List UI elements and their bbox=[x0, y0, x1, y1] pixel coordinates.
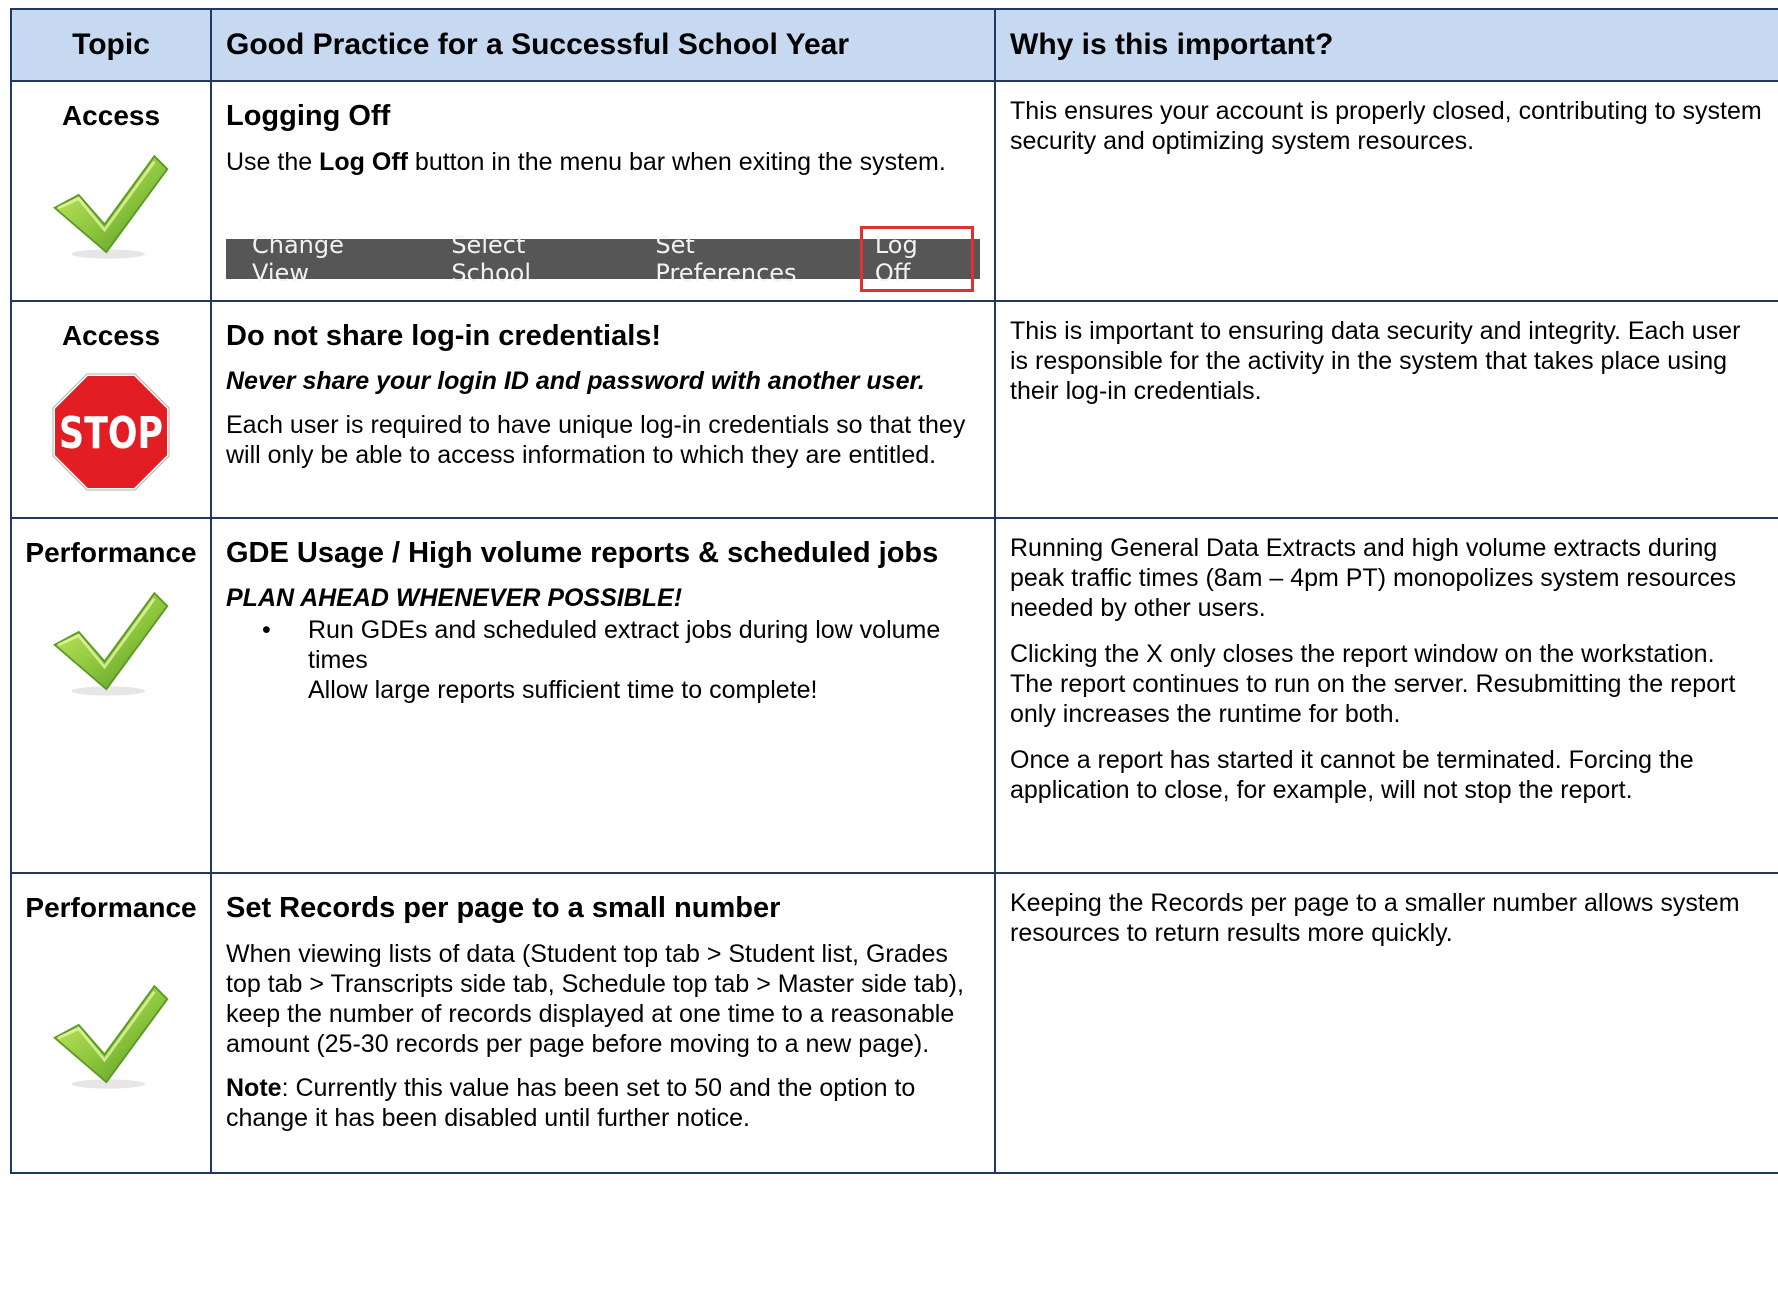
topic-label: Access bbox=[61, 320, 161, 351]
checkmark-icon bbox=[51, 150, 171, 262]
text-bold: Log Off bbox=[319, 148, 408, 176]
practice-cell: Logging Off Use the Log Off button in th… bbox=[210, 80, 996, 302]
table-row: Access Logging Off Use the Log Off butto… bbox=[10, 80, 1778, 302]
practice-text: When viewing lists of data (Student top … bbox=[226, 940, 964, 1058]
practice-cell: GDE Usage / High volume reports & schedu… bbox=[210, 517, 996, 874]
practice-cell: Do not share log-in credentials! Never s… bbox=[210, 300, 996, 519]
menu-set-preferences: Set Preferences bbox=[655, 231, 797, 287]
checkmark-icon bbox=[51, 587, 171, 699]
header-why: Why is this important? bbox=[994, 8, 1778, 82]
why-text: Keeping the Records per page to a smalle… bbox=[1010, 889, 1740, 947]
list-item: Allow large reports sufficient time to c… bbox=[226, 675, 980, 705]
practice-text: Each user is required to have unique log… bbox=[226, 411, 966, 469]
why-cell: This is important to ensuring data secur… bbox=[994, 300, 1778, 519]
header-row: Topic Good Practice for a Successful Sch… bbox=[10, 8, 1778, 82]
practice-note: Note: Currently this value has been set … bbox=[226, 1073, 980, 1133]
why-text: This is important to ensuring data secur… bbox=[1010, 317, 1741, 405]
why-text: Clicking the X only closes the report wi… bbox=[1010, 640, 1736, 728]
topic-cell: Access STOP bbox=[10, 300, 212, 519]
table-row: Performance Set Records per page to a sm… bbox=[10, 872, 1778, 1174]
header-practice: Good Practice for a Successful School Ye… bbox=[210, 8, 996, 82]
practice-title: Do not share log-in credentials! bbox=[226, 320, 662, 352]
practice-title: Set Records per page to a small number bbox=[226, 892, 781, 924]
text-part: Use the bbox=[226, 148, 320, 176]
bullet-list: • Run GDEs and scheduled extract jobs dur… bbox=[226, 615, 980, 705]
header-topic: Topic bbox=[10, 8, 212, 82]
why-text: Once a report has started it cannot be t… bbox=[1010, 746, 1694, 804]
topic-label: Performance bbox=[25, 537, 197, 568]
list-item: • Run GDEs and scheduled extract jobs dur… bbox=[226, 615, 980, 675]
why-text: Running General Data Extracts and high v… bbox=[1010, 534, 1737, 622]
list-item-text: Allow large reports sufficient time to c… bbox=[308, 676, 818, 704]
checkmark-icon bbox=[51, 980, 171, 1092]
bullet-icon: • bbox=[262, 616, 271, 644]
menu-log-off: Log Off bbox=[859, 226, 974, 292]
menu-select-school: Select School bbox=[451, 231, 531, 287]
why-cell: Running General Data Extracts and high v… bbox=[994, 517, 1778, 874]
note-label: Note bbox=[226, 1074, 282, 1102]
stop-sign-text: STOP bbox=[59, 408, 163, 459]
topic-cell: Performance bbox=[10, 517, 212, 874]
topic-label: Performance bbox=[25, 892, 197, 923]
menu-change-view: Change View bbox=[252, 231, 344, 287]
topic-cell: Access bbox=[10, 80, 212, 302]
note-text: : Currently this value has been set to 5… bbox=[226, 1074, 916, 1132]
practice-emphasis: PLAN AHEAD WHENEVER POSSIBLE! bbox=[226, 584, 683, 612]
table-row: Access STOP Do not share log-in credenti… bbox=[10, 300, 1778, 519]
topic-cell: Performance bbox=[10, 872, 212, 1174]
menu-bar-image: Change View Select School Set Preference… bbox=[226, 226, 980, 292]
table-row: Performance GDE Usage / High volume repo… bbox=[10, 517, 1778, 874]
practice-title: Logging Off bbox=[226, 100, 391, 132]
why-text: This ensures your account is properly cl… bbox=[1010, 97, 1762, 155]
practice-text: Use the Log Off button in the menu bar w… bbox=[226, 147, 980, 177]
good-practice-table: Topic Good Practice for a Successful Sch… bbox=[10, 8, 1778, 1174]
practice-emphasis: Never share your login ID and password w… bbox=[226, 367, 925, 395]
list-item-text: Run GDEs and scheduled extract jobs duri… bbox=[308, 616, 941, 674]
why-cell: Keeping the Records per page to a smalle… bbox=[994, 872, 1778, 1174]
text-part: button in the menu bar when exiting the … bbox=[407, 148, 946, 176]
stop-sign-icon: STOP bbox=[51, 372, 171, 492]
why-cell: This ensures your account is properly cl… bbox=[994, 80, 1778, 302]
topic-label: Access bbox=[61, 100, 161, 131]
practice-title: GDE Usage / High volume reports & schedu… bbox=[226, 537, 939, 569]
practice-cell: Set Records per page to a small number W… bbox=[210, 872, 996, 1174]
